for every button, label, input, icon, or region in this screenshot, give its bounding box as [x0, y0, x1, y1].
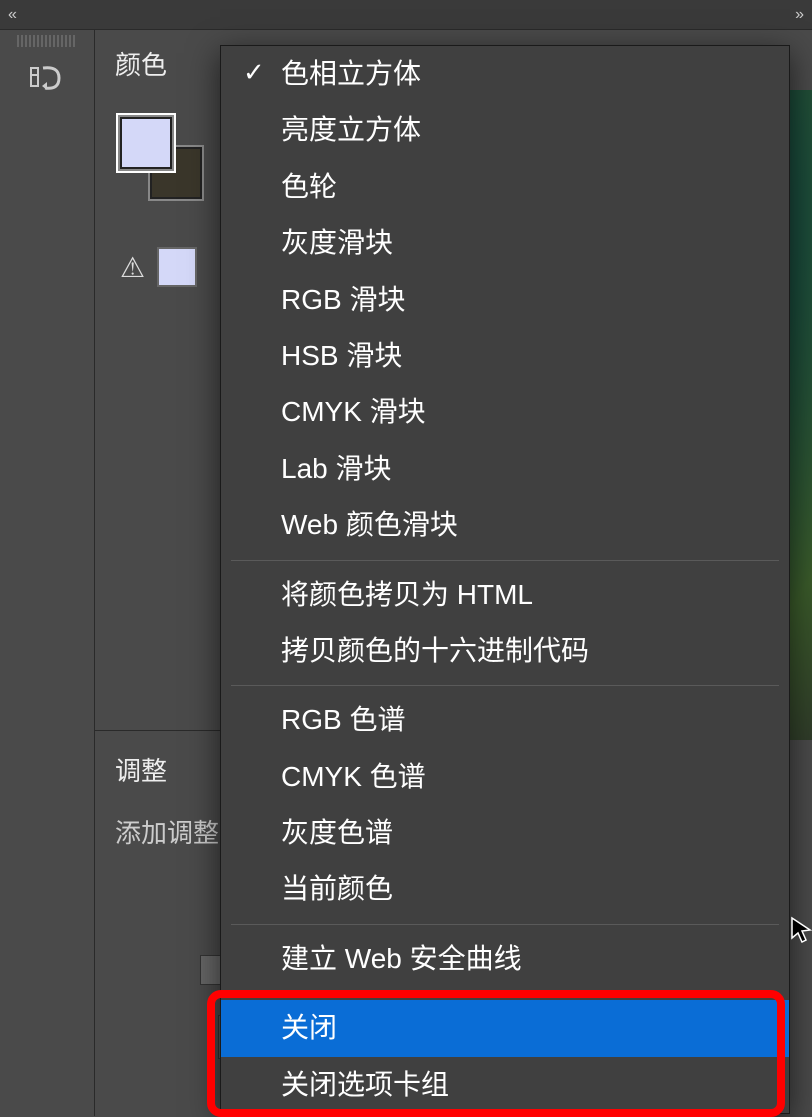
menu-item[interactable]: 色相立方体	[221, 46, 789, 102]
menu-separator	[231, 993, 779, 994]
warning-icon[interactable]: ⚠	[120, 251, 145, 284]
color-swatches[interactable]	[120, 117, 220, 207]
cursor-icon	[790, 916, 812, 951]
menu-item[interactable]: 灰度色谱	[221, 805, 789, 861]
menu-item[interactable]: CMYK 滑块	[221, 384, 789, 440]
menu-item[interactable]: 关闭选项卡组	[221, 1057, 789, 1113]
tool-sidebar	[0, 30, 95, 1116]
color-panel-tab[interactable]: 颜色	[95, 30, 187, 97]
menu-item[interactable]: Lab 滑块	[221, 441, 789, 497]
menu-item[interactable]: 灰度滑块	[221, 215, 789, 271]
menu-item[interactable]: 关闭	[221, 1000, 789, 1056]
collapse-left-icon[interactable]: «	[8, 6, 17, 24]
menu-item[interactable]: 亮度立方体	[221, 102, 789, 158]
menu-item[interactable]: 色轮	[221, 159, 789, 215]
expand-right-icon[interactable]: »	[795, 6, 804, 24]
menu-item[interactable]: 将颜色拷贝为 HTML	[221, 567, 789, 623]
menu-item[interactable]: 建立 Web 安全曲线	[221, 931, 789, 987]
menu-item[interactable]: HSB 滑块	[221, 328, 789, 384]
menu-separator	[231, 924, 779, 925]
drag-handle[interactable]	[17, 35, 77, 47]
menu-separator	[231, 560, 779, 561]
menu-item[interactable]: RGB 滑块	[221, 272, 789, 328]
closest-swatch[interactable]	[157, 247, 197, 287]
menu-item[interactable]: 当前颜色	[221, 861, 789, 917]
color-panel-context-menu: 色相立方体亮度立方体色轮灰度滑块RGB 滑块HSB 滑块CMYK 滑块Lab 滑…	[220, 45, 790, 1114]
menu-item[interactable]: RGB 色谱	[221, 692, 789, 748]
menu-item[interactable]: Web 颜色滑块	[221, 497, 789, 553]
history-tool-icon[interactable]	[0, 62, 94, 92]
foreground-swatch[interactable]	[120, 117, 172, 169]
menu-separator	[231, 685, 779, 686]
menu-item[interactable]: 拷贝颜色的十六进制代码	[221, 623, 789, 679]
menu-item[interactable]: CMYK 色谱	[221, 749, 789, 805]
panel-topbar: « »	[0, 0, 812, 30]
